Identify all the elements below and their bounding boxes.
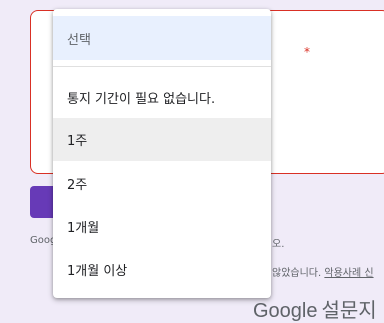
question-title-tail: * xyxy=(301,45,310,59)
footer-notice: 않았습니다. 악용사례 신 xyxy=(272,264,374,279)
dropdown-placeholder-label: 선택 xyxy=(67,32,91,48)
dropdown-menu: 선택 통지 기간이 필요 없습니다. 1주 2주 1개월 1개월 이상 xyxy=(53,9,271,298)
dropdown-option-label: 1개월 xyxy=(67,220,100,236)
dropdown-option-hovered[interactable]: 1주 xyxy=(53,118,271,161)
brand-product: 설문지 xyxy=(321,300,377,322)
dropdown-option[interactable]: 1개월 xyxy=(53,204,271,248)
google-forms-logo[interactable]: Google 설문지 xyxy=(253,294,377,323)
dropdown-option-label: 통지 기간이 필요 없습니다. xyxy=(67,91,216,107)
required-asterisk: * xyxy=(304,45,310,59)
brand-google: Google xyxy=(253,300,318,322)
footer-notice-text: 않았습니다. xyxy=(272,268,322,279)
dropdown-option-label: 1주 xyxy=(67,134,88,149)
report-abuse-link[interactable]: 악용사례 신 xyxy=(324,268,373,279)
dropdown-option[interactable]: 통지 기간이 필요 없습니다. xyxy=(53,75,271,119)
footer-disclaimer-tail: 오. xyxy=(272,239,285,250)
dropdown-option[interactable]: 1개월 이상 xyxy=(53,247,271,291)
dropdown-option[interactable]: 2주 xyxy=(53,161,271,205)
dropdown-option-label: 1개월 이상 xyxy=(67,263,128,279)
dropdown-divider xyxy=(53,66,271,67)
dropdown-option-label: 2주 xyxy=(67,177,88,193)
dropdown-option-placeholder[interactable]: 선택 xyxy=(53,16,271,60)
